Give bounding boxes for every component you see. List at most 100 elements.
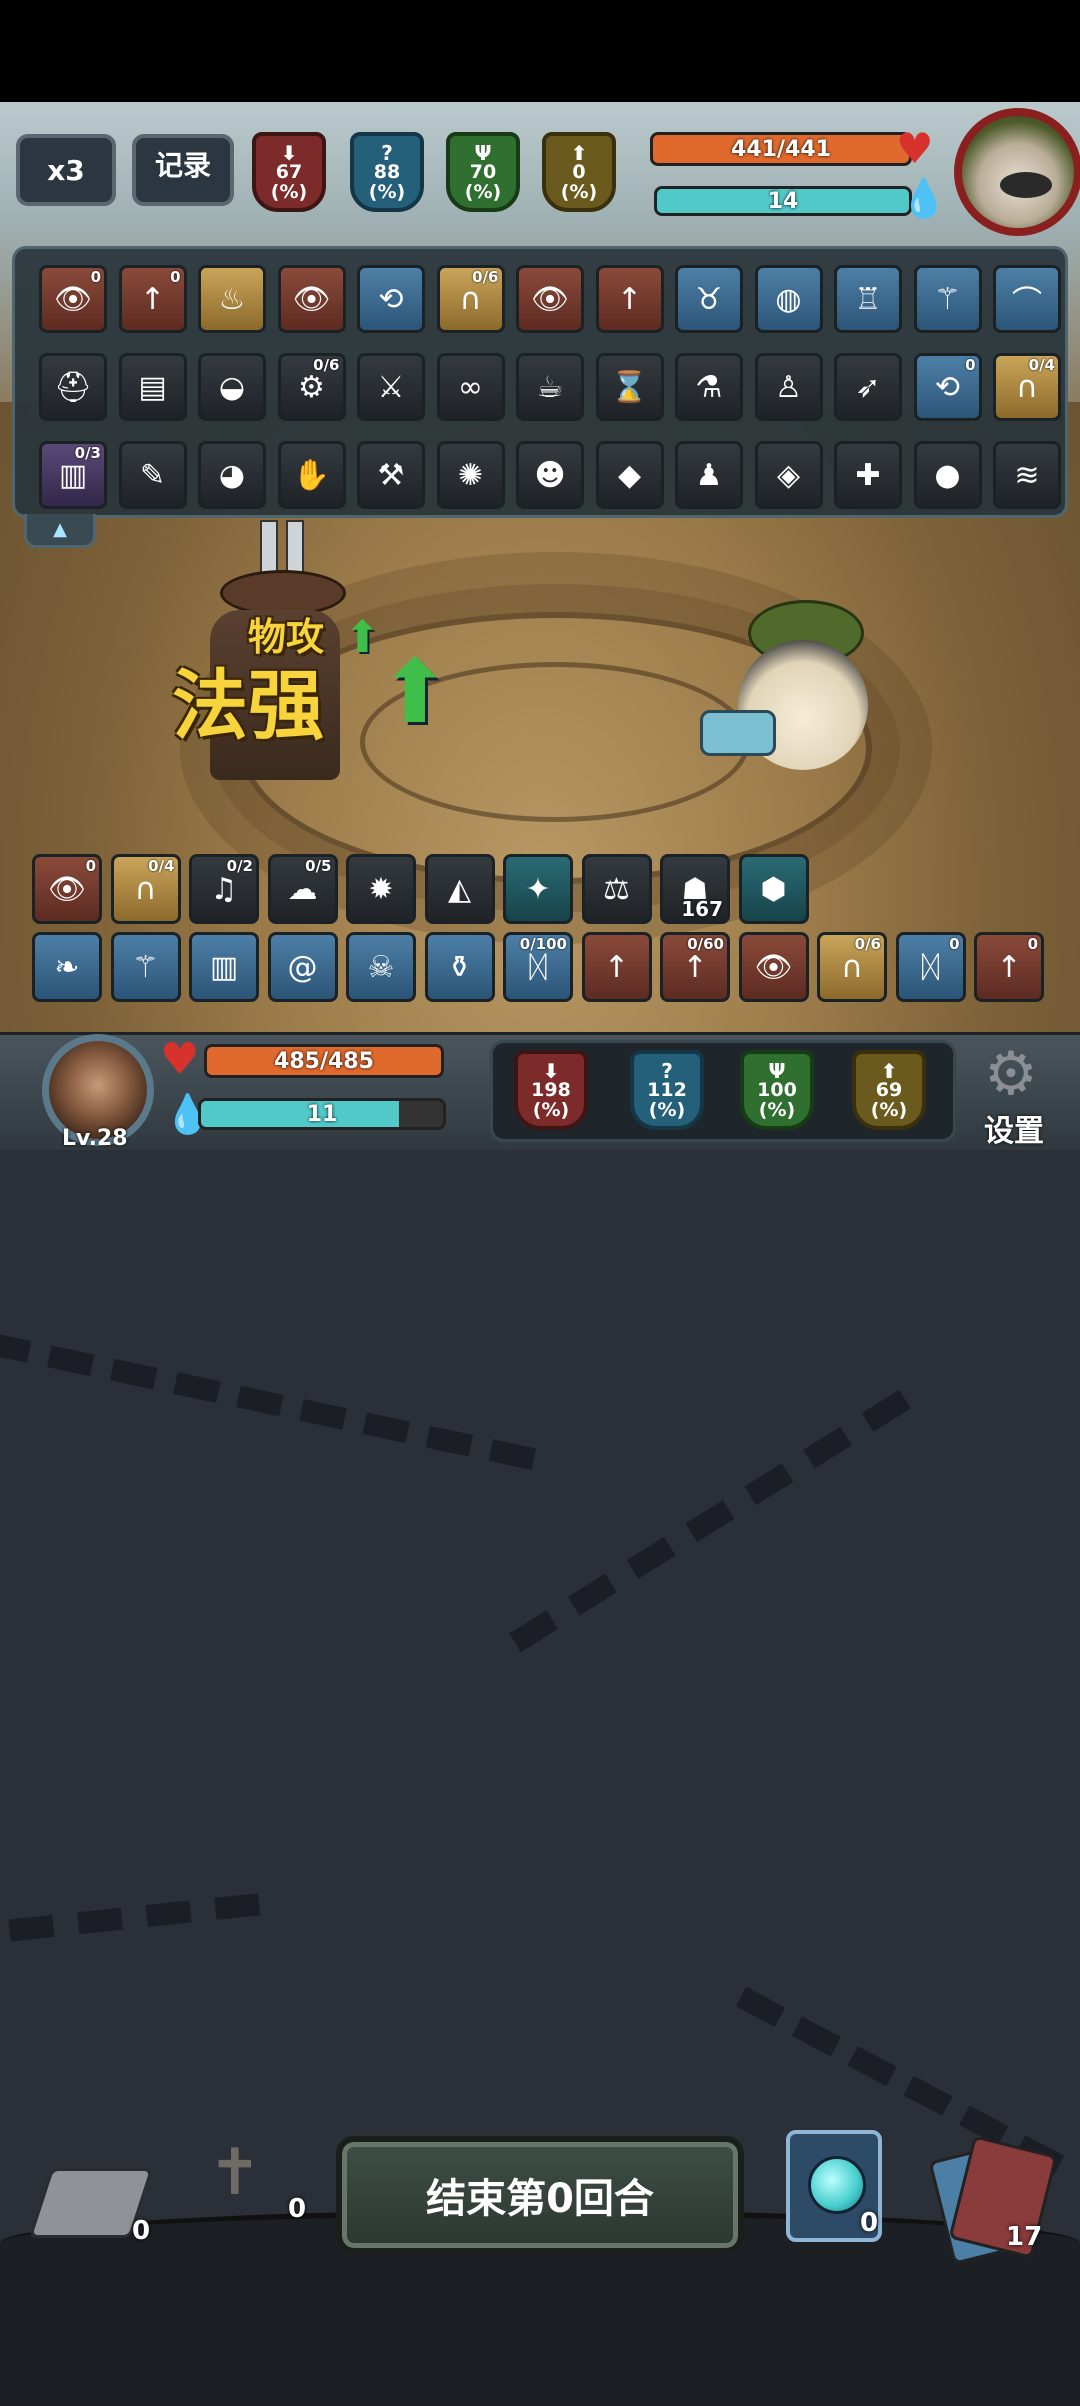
graveyard-pile[interactable]: ✝ 0 <box>192 2138 312 2248</box>
robot-icon: ⚙ <box>298 369 325 405</box>
settings-button[interactable]: ⚙ 设置 <box>976 1044 1062 1149</box>
player-item-slot[interactable]: ∩ 0/6 <box>817 932 887 1002</box>
discard-pile[interactable]: 0 <box>28 2168 154 2248</box>
enemy-item-slot[interactable]: ✎ <box>118 441 187 509</box>
heart-icon: ♥ <box>896 124 934 173</box>
end-turn-button[interactable]: 结束第0回合 <box>336 2136 744 2254</box>
enemy-item-slot[interactable]: 👁 0 <box>39 265 107 333</box>
player-item-slot[interactable]: ⚱ <box>424 932 495 1002</box>
enemy-item-slot[interactable]: ◈ <box>754 441 823 509</box>
player-item-slot[interactable]: @ <box>267 932 338 1002</box>
enemy-item-slot[interactable]: ≋ <box>993 441 1061 509</box>
enemy-item-slot[interactable]: ♉ <box>675 265 743 333</box>
enemy-item-slot[interactable]: ♨ <box>198 265 266 333</box>
hourglass-icon: ⌛ <box>610 369 649 405</box>
enemy-item-slot[interactable]: ∩ 0/4 <box>993 353 1061 421</box>
player-stat-gold: ⬆ 69 (%) <box>852 1050 926 1130</box>
player-item-slot[interactable]: ↑ <box>581 932 652 1002</box>
crossbow-icon: ✚ <box>855 457 881 493</box>
player-item-slot[interactable]: ⚖ <box>581 854 652 924</box>
map-path <box>509 1389 911 1653</box>
player-item-slot[interactable]: ☁ 0/5 <box>267 854 338 924</box>
fire-icon: ✹ <box>368 871 394 907</box>
bone-icon: ✎ <box>139 457 166 493</box>
up-arrow-icon: ⬆ <box>570 141 588 165</box>
player-item-slot[interactable]: ✹ <box>346 854 416 924</box>
player-item-slot[interactable]: ∩ 0/4 <box>110 854 181 924</box>
item-counter: 0 <box>90 268 101 286</box>
enemy-item-slot[interactable]: ∞ <box>436 353 505 421</box>
player-item-slot[interactable]: ↑ 0 <box>974 932 1044 1002</box>
stat-unit: (%) <box>758 1099 796 1121</box>
player-item-slot[interactable]: ▥ <box>189 932 259 1002</box>
wand-icon: ⚚ <box>132 949 159 985</box>
graveyard-count: 0 <box>288 2194 307 2224</box>
player-item-slot[interactable]: ᛞ0 <box>895 932 966 1002</box>
stat-value: 88 <box>373 161 401 183</box>
player-item-slot[interactable]: ↑ 0/60 <box>660 932 730 1002</box>
enemy-item-slot[interactable]: ✚ <box>834 441 902 509</box>
player-item-slot[interactable]: 👁 0 <box>32 854 102 924</box>
enemy-mana-text: 14 <box>767 188 799 214</box>
enemy-item-slot[interactable]: ∩ 0/6 <box>436 265 505 333</box>
enemy-item-slot[interactable]: ⚚ <box>913 265 982 333</box>
player-item-slot[interactable]: ⬢ <box>738 854 809 924</box>
player-item-slot[interactable]: ☠ <box>346 932 416 1002</box>
item-stack-count: 167 <box>681 897 723 921</box>
player-item-slot[interactable]: 👁 <box>738 932 809 1002</box>
stat-value: 67 <box>275 161 303 183</box>
player-item-slot[interactable]: ♫ 0/2 <box>189 854 259 924</box>
enemy-item-slot[interactable]: ▤ <box>118 353 187 421</box>
collapse-panel-button[interactable]: ▲ <box>24 514 96 548</box>
enemy-item-slot[interactable]: ↑ 0 <box>118 265 187 333</box>
enemy-item-slot[interactable]: ● <box>913 441 982 509</box>
rune-icon: ᛞ <box>921 949 940 985</box>
player-item-slot[interactable]: ✦ <box>503 854 573 924</box>
enemy-item-slot[interactable]: ⟲ 0 <box>913 353 982 421</box>
enemy-item-slot[interactable]: ⚙ 0/6 <box>277 353 346 421</box>
record-button[interactable]: 记录 <box>132 134 234 206</box>
enemy-item-slot[interactable]: ☕ <box>516 353 584 421</box>
potion-slot[interactable]: 0 <box>786 2130 882 2242</box>
item-counter: 0 <box>85 857 96 875</box>
enemy-item-slot[interactable]: ◍ <box>754 265 823 333</box>
enemy-item-slot[interactable]: ◆ <box>595 441 664 509</box>
question-icon: ? <box>381 141 393 165</box>
tome-icon: ▥ <box>58 457 88 493</box>
enemy-item-slot[interactable]: ♟ <box>675 441 743 509</box>
enemy-item-slot[interactable]: ✺ <box>436 441 505 509</box>
enemy-item-slot[interactable]: 👁 <box>277 265 346 333</box>
enemy-portrait[interactable] <box>954 108 1080 236</box>
enemy-item-row-2: ⛑ ▤ ◒ ⚙ 0/6 ⚔ ∞ ☕ ⌛ ⚗ ♙ ➶ ⟲ 0 ∩ 0/4 <box>39 353 1073 421</box>
item-counter: 0/6 <box>854 935 881 953</box>
enemy-item-slot[interactable]: ▥ 0/3 <box>39 441 107 509</box>
enemy-item-slot[interactable]: ⟲ <box>357 265 425 333</box>
speed-button[interactable]: x3 <box>16 134 116 206</box>
enemy-item-slot[interactable]: ⌒ <box>993 265 1061 333</box>
enemy-item-slot[interactable]: ◒ <box>198 353 266 421</box>
enemy-item-slot[interactable]: 👁 <box>516 265 584 333</box>
bag-icon: ◒ <box>218 369 246 405</box>
draw-pile[interactable]: 17 <box>928 2135 1060 2265</box>
player-item-slot[interactable]: ☗ 167 <box>660 854 730 924</box>
enemy-item-slot[interactable]: ⚒ <box>357 441 425 509</box>
enemy-item-slot[interactable]: ⛑ <box>39 353 107 421</box>
player-item-slot[interactable]: ⚚ <box>110 932 181 1002</box>
arrow-up-icon: ↑ <box>682 949 708 985</box>
enemy-item-slot[interactable]: ⚗ <box>675 353 743 421</box>
enemy-item-slot[interactable]: ↑ <box>595 265 664 333</box>
arrow-up-icon: ↑ <box>996 949 1022 985</box>
player-item-slot[interactable]: ◭ <box>424 854 495 924</box>
enemy-item-slot[interactable]: ⌛ <box>595 353 664 421</box>
cloud-icon: ☁ <box>287 871 318 907</box>
item-counter: 0 <box>1027 935 1038 953</box>
player-item-slot[interactable]: ᛞ 0/100 <box>503 932 573 1002</box>
player-item-slot[interactable]: ❧ <box>32 932 102 1002</box>
enemy-item-slot[interactable]: ☻ <box>516 441 584 509</box>
enemy-item-slot[interactable]: ⚔ <box>357 353 425 421</box>
enemy-item-slot[interactable]: ♙ <box>754 353 823 421</box>
enemy-item-slot[interactable]: ♖ <box>834 265 902 333</box>
enemy-item-slot[interactable]: ✋ <box>277 441 346 509</box>
enemy-item-slot[interactable]: ➶ <box>834 353 902 421</box>
enemy-item-slot[interactable]: ◕ <box>198 441 266 509</box>
